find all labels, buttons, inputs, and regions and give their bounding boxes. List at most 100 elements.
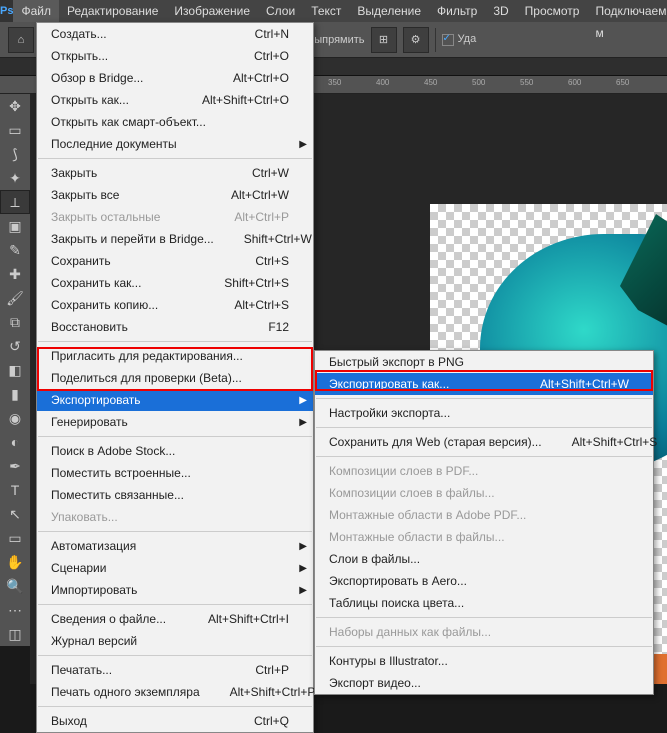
blur-tool-icon[interactable]: ◉ bbox=[0, 406, 30, 430]
file-menu-item[interactable]: Печать одного экземпляраAlt+Shift+Ctrl+P bbox=[37, 681, 313, 703]
menu-подключаемые м[interactable]: Подключаемые м bbox=[587, 0, 667, 22]
path-tool-icon[interactable]: ↖ bbox=[0, 502, 30, 526]
file-menu-item[interactable]: ВосстановитьF12 bbox=[37, 316, 313, 338]
export-menu-item[interactable]: Быстрый экспорт в PNG bbox=[315, 351, 653, 373]
file-menu-item[interactable]: Сохранить копию...Alt+Ctrl+S bbox=[37, 294, 313, 316]
swatch-icon[interactable]: ◫ bbox=[0, 622, 30, 646]
file-menu-item[interactable]: Закрыть всеAlt+Ctrl+W bbox=[37, 184, 313, 206]
more-icon[interactable]: ⋯ bbox=[0, 598, 30, 622]
export-menu-item: Композиции слоев в PDF... bbox=[315, 460, 653, 482]
file-menu-item[interactable]: Импортировать ▶ bbox=[37, 579, 313, 601]
overlay-icon[interactable]: ⊞ bbox=[371, 27, 397, 53]
file-menu-item[interactable]: Генерировать▶ bbox=[37, 411, 313, 433]
export-menu-item[interactable]: Контуры в Illustrator... bbox=[315, 650, 653, 672]
menu-item-label: Выход bbox=[51, 714, 224, 728]
stamp-tool-icon[interactable]: ⧉ bbox=[0, 310, 30, 334]
gradient-tool-icon[interactable]: ▮ bbox=[0, 382, 30, 406]
settings-icon[interactable]: ⚙ bbox=[403, 27, 429, 53]
file-menu-item[interactable]: Поиск в Adobe Stock... bbox=[37, 440, 313, 462]
shape-tool-icon[interactable]: ▭ bbox=[0, 526, 30, 550]
menu-текст[interactable]: Текст bbox=[303, 0, 349, 22]
marquee-tool-icon[interactable]: ▭ bbox=[0, 118, 30, 142]
menu-item-label: Поместить связанные... bbox=[51, 488, 289, 502]
menu-item-shortcut: Ctrl+N bbox=[255, 27, 289, 41]
menu-фильтр[interactable]: Фильтр bbox=[429, 0, 485, 22]
export-menu-item[interactable]: Слои в файлы... bbox=[315, 548, 653, 570]
menu-separator bbox=[38, 655, 312, 656]
file-menu-item[interactable]: ВыходCtrl+Q bbox=[37, 710, 313, 732]
pen-tool-icon[interactable]: ✒ bbox=[0, 454, 30, 478]
eraser-tool-icon[interactable]: ◧ bbox=[0, 358, 30, 382]
file-menu-item[interactable]: Автоматизация▶ bbox=[37, 535, 313, 557]
eyedropper-tool-icon[interactable]: ✎ bbox=[0, 238, 30, 262]
menu-редактирование[interactable]: Редактирование bbox=[59, 0, 166, 22]
menu-item-label: Восстановить bbox=[51, 320, 238, 334]
file-menu-item[interactable]: Обзор в Bridge...Alt+Ctrl+O bbox=[37, 67, 313, 89]
file-menu-item[interactable]: Печатать...Ctrl+P bbox=[37, 659, 313, 681]
export-menu-item[interactable]: Сохранить для Web (старая версия)...Alt+… bbox=[315, 431, 653, 453]
crop-tool-icon[interactable]: ⟂ bbox=[0, 190, 30, 214]
export-menu-item[interactable]: Экспорт видео... bbox=[315, 672, 653, 694]
submenu-arrow-icon: ▶ bbox=[299, 585, 307, 596]
history-brush-icon[interactable]: ↺ bbox=[0, 334, 30, 358]
export-menu-item[interactable]: Экспортировать как...Alt+Shift+Ctrl+W bbox=[315, 373, 653, 395]
hand-tool-icon[interactable]: ✋ bbox=[0, 550, 30, 574]
menu-item-label: Поместить встроенные... bbox=[51, 466, 289, 480]
dodge-tool-icon[interactable]: ◐ bbox=[0, 430, 30, 454]
delete-checkbox[interactable]: Уда bbox=[442, 33, 477, 45]
file-menu-item: Упаковать... bbox=[37, 506, 313, 528]
straighten-label: Выпрямить bbox=[307, 34, 365, 46]
menu-изображение[interactable]: Изображение bbox=[166, 0, 258, 22]
file-menu-item[interactable]: Сценарии▶ bbox=[37, 557, 313, 579]
file-menu-item[interactable]: Открыть как смарт-объект... bbox=[37, 111, 313, 133]
home-icon[interactable]: ⌂ bbox=[8, 27, 34, 53]
menu-выделение[interactable]: Выделение bbox=[349, 0, 429, 22]
menu-item-label: Контуры в Illustrator... bbox=[329, 654, 629, 668]
menubar: Ps ФайлРедактированиеИзображениеСлоиТекс… bbox=[0, 0, 667, 22]
type-tool-icon[interactable]: T bbox=[0, 478, 30, 502]
menu-item-label: Импортировать bbox=[51, 583, 289, 597]
menu-separator bbox=[38, 158, 312, 159]
file-menu-item[interactable]: Экспортировать▶ bbox=[37, 389, 313, 411]
file-menu-item[interactable]: Сохранить как...Shift+Ctrl+S bbox=[37, 272, 313, 294]
wand-tool-icon[interactable]: ✦ bbox=[0, 166, 30, 190]
menu-separator bbox=[38, 436, 312, 437]
lasso-tool-icon[interactable]: ⟆ bbox=[0, 142, 30, 166]
export-menu-item[interactable]: Таблицы поиска цвета... bbox=[315, 592, 653, 614]
menu-separator bbox=[38, 604, 312, 605]
menu-item-shortcut: Shift+Ctrl+S bbox=[224, 276, 289, 290]
export-menu-item[interactable]: Экспортировать в Aero... bbox=[315, 570, 653, 592]
file-menu-item[interactable]: Поделиться для проверки (Beta)... bbox=[37, 367, 313, 389]
file-menu-item[interactable]: Последние документы▶ bbox=[37, 133, 313, 155]
menu-слои[interactable]: Слои bbox=[258, 0, 303, 22]
file-menu-item[interactable]: Поместить встроенные... bbox=[37, 462, 313, 484]
menu-item-label: Открыть как смарт-объект... bbox=[51, 115, 289, 129]
menu-item-shortcut: Alt+Shift+Ctrl+P bbox=[230, 685, 316, 699]
file-menu-item[interactable]: Журнал версий bbox=[37, 630, 313, 652]
file-menu-item[interactable]: Открыть как...Alt+Shift+Ctrl+O bbox=[37, 89, 313, 111]
file-menu-item[interactable]: ЗакрытьCtrl+W bbox=[37, 162, 313, 184]
ruler-tick: 450 bbox=[424, 78, 437, 87]
menu-separator bbox=[316, 398, 652, 399]
move-tool-icon[interactable]: ✥ bbox=[0, 94, 30, 118]
file-menu-item[interactable]: СохранитьCtrl+S bbox=[37, 250, 313, 272]
menu-просмотр[interactable]: Просмотр bbox=[517, 0, 588, 22]
menu-item-label: Закрыть все bbox=[51, 188, 201, 202]
submenu-arrow-icon: ▶ bbox=[299, 541, 307, 552]
zoom-tool-icon[interactable]: 🔍 bbox=[0, 574, 30, 598]
file-menu-item[interactable]: Поместить связанные... bbox=[37, 484, 313, 506]
brush-tool-icon[interactable]: 🖌 bbox=[0, 286, 30, 310]
file-menu-item[interactable]: Пригласить для редактирования... bbox=[37, 345, 313, 367]
menu-файл[interactable]: Файл bbox=[13, 0, 59, 22]
file-menu-item[interactable]: Создать...Ctrl+N bbox=[37, 23, 313, 45]
menu-3d[interactable]: 3D bbox=[485, 0, 516, 22]
file-menu-item[interactable]: Открыть...Ctrl+O bbox=[37, 45, 313, 67]
menu-item-label: Сохранить bbox=[51, 254, 225, 268]
menu-item-label: Поиск в Adobe Stock... bbox=[51, 444, 289, 458]
export-menu-item[interactable]: Настройки экспорта... bbox=[315, 402, 653, 424]
menu-separator bbox=[38, 706, 312, 707]
file-menu-item[interactable]: Сведения о файле...Alt+Shift+Ctrl+I bbox=[37, 608, 313, 630]
heal-tool-icon[interactable]: ✚ bbox=[0, 262, 30, 286]
file-menu-item[interactable]: Закрыть и перейти в Bridge...Shift+Ctrl+… bbox=[37, 228, 313, 250]
frame-tool-icon[interactable]: ▣ bbox=[0, 214, 30, 238]
